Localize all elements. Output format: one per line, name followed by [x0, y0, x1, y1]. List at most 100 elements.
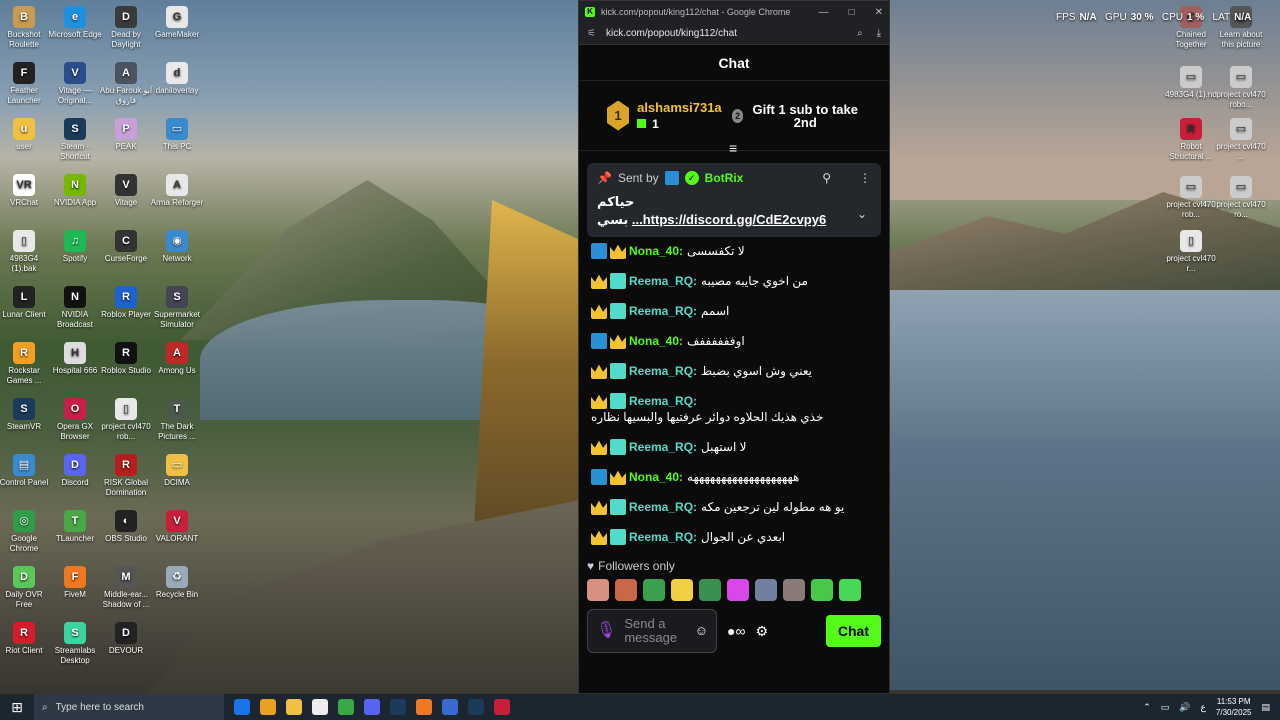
chat-message[interactable]: Nona_40: اوففففففف: [591, 333, 877, 349]
desktop-icon[interactable]: VR VRChat: [0, 174, 51, 208]
taskbar-app-icon[interactable]: [468, 699, 484, 715]
taskbar-app-icon[interactable]: [286, 699, 302, 715]
desktop-icon[interactable]: D DEVOUR: [99, 622, 153, 656]
emote-icon[interactable]: [699, 579, 721, 601]
windows-start-icon[interactable]: ⊞: [0, 694, 34, 720]
desktop-icon[interactable]: C CurseForge: [99, 230, 153, 264]
network-icon[interactable]: ▭: [1161, 702, 1170, 713]
desktop-icon[interactable]: ▤ Control Panel: [0, 454, 51, 488]
desktop-icon[interactable]: T The Dark Pictures ...: [150, 398, 204, 442]
chat-message[interactable]: Reema_RQ: لا استهبل: [591, 439, 877, 455]
chat-message[interactable]: Reema_RQ: يو هه مطوله لين ترجعين مكه: [591, 499, 877, 515]
desktop-icon[interactable]: A Among Us: [150, 342, 204, 376]
chat-username[interactable]: Reema_RQ:: [629, 393, 697, 409]
taskbar-search[interactable]: ⌕ Type here to search: [34, 694, 224, 720]
desktop-icon[interactable]: S Streamlabs Desktop: [48, 622, 102, 666]
desktop-icon[interactable]: d daniloverlay: [150, 62, 204, 96]
desktop-icon[interactable]: V Vitage: [99, 174, 153, 208]
desktop-icon[interactable]: D Discord: [48, 454, 102, 488]
desktop-icon[interactable]: F Feather Launcher: [0, 62, 51, 106]
taskbar-app-icon[interactable]: [338, 699, 354, 715]
desktop-icon[interactable]: S Steam - Shortcut: [48, 118, 102, 162]
chat-username[interactable]: Reema_RQ:: [629, 529, 697, 545]
crown-badge-icon[interactable]: [591, 530, 607, 545]
gear-icon[interactable]: ⚙: [755, 623, 768, 640]
chat-username[interactable]: Nona_40:: [629, 243, 683, 259]
chevron-up-icon[interactable]: ⌃: [1143, 702, 1151, 713]
desktop-icon[interactable]: ▭ 4983G4 (1).nd: [1164, 66, 1218, 100]
send-chat-button[interactable]: Chat: [825, 615, 881, 647]
close-button[interactable]: ✕: [875, 7, 883, 18]
more-options-icon[interactable]: ⋮: [859, 171, 871, 185]
desktop-icon[interactable]: D Daily OVR Free: [0, 566, 51, 610]
expand-leaderboard-icon[interactable]: ≡: [729, 140, 737, 156]
desktop-icon[interactable]: ▯ 4983G4 (1).bak: [0, 230, 51, 274]
desktop-icon[interactable]: M Middle-ear... Shadow of ...: [99, 566, 153, 610]
desktop-icon[interactable]: N NVIDIA Broadcast: [48, 286, 102, 330]
emote-icon[interactable]: [615, 579, 637, 601]
emote-icon[interactable]: [671, 579, 693, 601]
microphone-icon[interactable]: 🎙: [596, 623, 616, 639]
chat-username[interactable]: Nona_40:: [629, 469, 683, 485]
desktop-icon[interactable]: G GameMaker: [150, 6, 204, 40]
desktop-icon[interactable]: ◎ Google Chrome: [0, 510, 51, 554]
crown-badge-icon[interactable]: [591, 394, 607, 409]
emote-icon[interactable]: [811, 579, 833, 601]
chat-username[interactable]: Reema_RQ:: [629, 273, 697, 289]
desktop-icon[interactable]: ▭ DCIMA: [150, 454, 204, 488]
desktop-icon[interactable]: R Roblox Studio: [99, 342, 153, 376]
taskbar-app-icon[interactable]: [494, 699, 510, 715]
subscriber-badge-icon[interactable]: [610, 393, 626, 409]
emote-icon[interactable]: [587, 579, 609, 601]
emoji-icon[interactable]: ☺: [695, 624, 708, 638]
desktop-icon[interactable]: S Supermarket Simulator: [150, 286, 204, 330]
crown-badge-icon[interactable]: [610, 334, 626, 349]
desktop-icon[interactable]: V VALORANT: [150, 510, 204, 544]
title-bar[interactable]: K kick.com/popout/king112/chat - Google …: [579, 1, 889, 23]
desktop-icon[interactable]: ▯ project cvl470 r...: [1164, 230, 1218, 274]
desktop-icon[interactable]: ▭ project cvl470 ...: [1214, 118, 1268, 162]
desktop-icon[interactable]: L Lunar Client: [0, 286, 51, 320]
unpin-icon[interactable]: ⚲: [822, 171, 831, 185]
desktop-icon[interactable]: T TLauncher: [48, 510, 102, 544]
desktop-icon[interactable]: ▭ project cvl470 ro...: [1214, 176, 1268, 220]
emote-icon[interactable]: [783, 579, 805, 601]
desktop-icon[interactable]: N NVIDIA App: [48, 174, 102, 208]
address-bar[interactable]: ⚟ kick.com/popout/king112/chat ⌕ ⤓: [579, 23, 889, 45]
chat-message[interactable]: Reema_RQ: من اخوي جايبه مصيبه: [591, 273, 877, 289]
subscriber-badge-icon[interactable]: [610, 529, 626, 545]
taskbar-app-icon[interactable]: [416, 699, 432, 715]
desktop-icon[interactable]: ▭ project cvl470 rob...: [1164, 176, 1218, 220]
chat-username[interactable]: Nona_40:: [629, 333, 683, 349]
crown-badge-icon[interactable]: [591, 364, 607, 379]
desktop-icon[interactable]: A Arma Reforger: [150, 174, 204, 208]
desktop-icon[interactable]: ▭ project cvl470 robo...: [1214, 66, 1268, 110]
emote-icon[interactable]: [839, 579, 861, 601]
crown-badge-icon[interactable]: [591, 500, 607, 515]
url-text[interactable]: kick.com/popout/king112/chat: [606, 28, 737, 39]
pinned-author[interactable]: BotRix: [705, 171, 744, 185]
emote-icon[interactable]: [643, 579, 665, 601]
desktop-icon[interactable]: A Abu Farouk آبو فاروق: [99, 62, 153, 106]
subscriber-badge-icon[interactable]: [610, 273, 626, 289]
desktop-icon[interactable]: R RISK Global Domination: [99, 454, 153, 498]
download-icon[interactable]: ⤓: [877, 28, 881, 39]
chat-message[interactable]: Reema_RQ: ابعدي عن الجوال: [591, 529, 877, 545]
desktop-icon[interactable]: F FiveM: [48, 566, 102, 600]
desktop-icon[interactable]: e Microsoft Edge: [48, 6, 102, 40]
desktop-icon[interactable]: D Dead by Daylight: [99, 6, 153, 50]
moderator-badge-icon[interactable]: [591, 333, 607, 349]
pinned-link[interactable]: https://discord.gg/CdE2cvpy6...: [632, 212, 826, 227]
kick-points-icon[interactable]: ●∞: [727, 623, 745, 639]
desktop-icon[interactable]: ◉ Network: [150, 230, 204, 264]
desktop-icon[interactable]: R Roblox Player: [99, 286, 153, 320]
crown-badge-icon[interactable]: [591, 440, 607, 455]
chat-message[interactable]: Nona_40: لا تكفسسى: [591, 243, 877, 259]
chat-username[interactable]: Reema_RQ:: [629, 303, 697, 319]
chat-message[interactable]: Reema_RQ: اسمم: [591, 303, 877, 319]
chat-message[interactable]: Nona_40: هههههههههههههههههههه: [591, 469, 877, 485]
taskbar-app-icon[interactable]: [260, 699, 276, 715]
emote-icon[interactable]: [727, 579, 749, 601]
maximize-button[interactable]: □: [849, 7, 855, 18]
desktop-icon[interactable]: R Robot Structural ...: [1164, 118, 1218, 162]
